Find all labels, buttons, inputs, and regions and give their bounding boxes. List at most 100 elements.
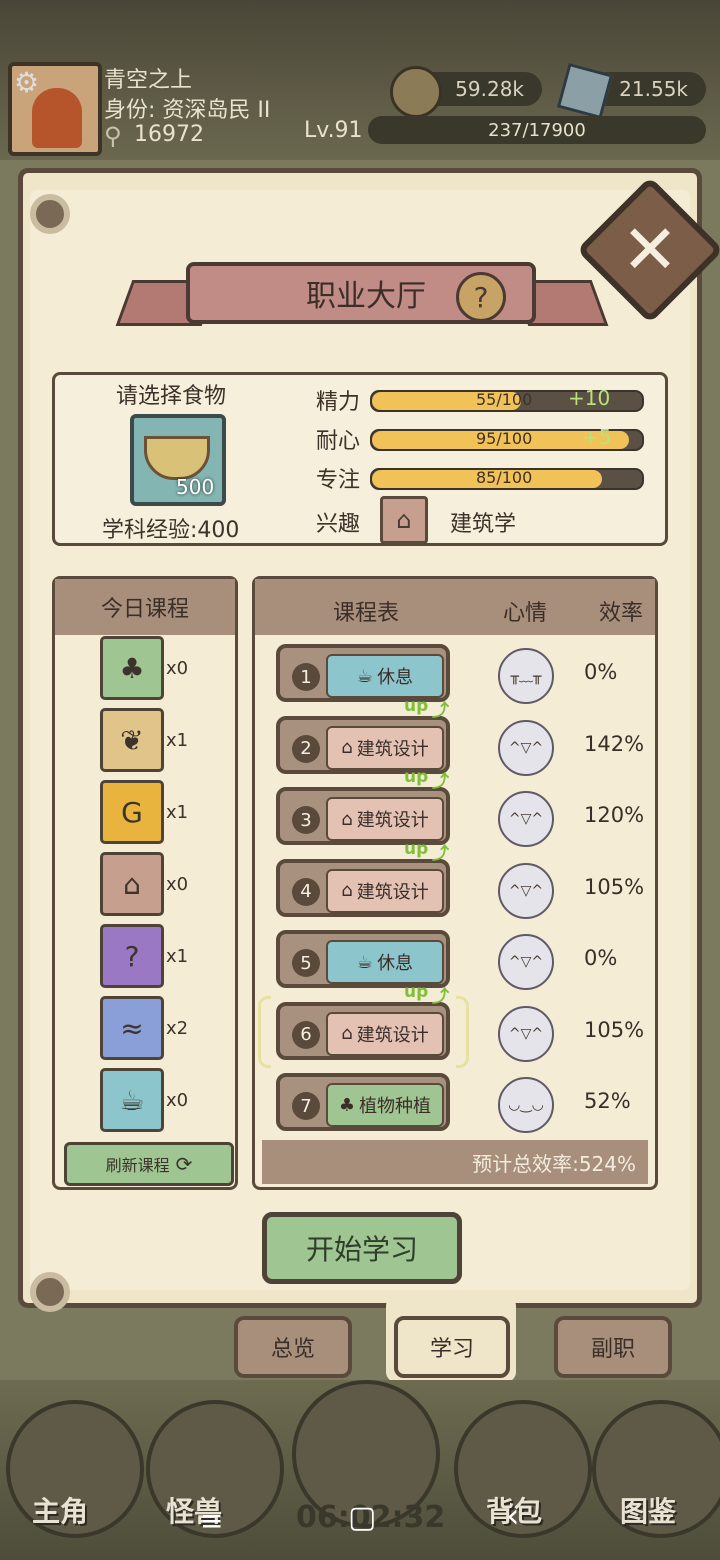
happy-face-icon: ^▽^ (498, 1005, 554, 1062)
slot-number: 3 (292, 806, 320, 834)
slot-number: 4 (292, 877, 320, 906)
today-course-count: x0 (166, 874, 189, 895)
slot-efficiency: 0% (584, 660, 618, 684)
slot-course-label: 建筑设计 (356, 738, 429, 760)
tab-side-job[interactable]: 副职 (554, 1316, 672, 1378)
slot-course: ☕ 休息 (326, 940, 444, 984)
schedule-row: 3 ⌂ 建筑设计 up ⤴ ^▽^ 120% (276, 767, 656, 847)
slot-efficiency: 105% (584, 1017, 645, 1042)
up-arrow-icon: ⤴ (432, 772, 449, 792)
tab-overview[interactable]: 总览 (234, 1316, 352, 1378)
up-badge: up (404, 981, 429, 1002)
today-course-count: x1 (166, 802, 189, 823)
today-course-tile[interactable]: ☕ (100, 1068, 164, 1132)
slot-course: ⌂ 建筑设计 (326, 1011, 444, 1056)
today-course-count: x1 (166, 730, 189, 751)
subject-exp: 学科经验:400 (102, 518, 240, 543)
today-course-tile[interactable]: ⌂ (100, 852, 164, 916)
food-prompt: 请选择食物 (116, 384, 227, 409)
system-home-button[interactable]: ▢ (348, 1500, 376, 1535)
schedule-slot[interactable]: 6 ⌂ 建筑设计 (276, 1001, 450, 1060)
face-expression: ^▽^ (508, 882, 544, 899)
slot-course: ⌂ 建筑设计 (326, 725, 444, 770)
face-expression: ^▽^ (508, 811, 544, 827)
schedule-slot[interactable]: 5 ☕ 休息 (276, 930, 450, 988)
slot-number: 2 (292, 734, 320, 763)
character-portrait (32, 88, 82, 148)
refresh-courses-button[interactable]: 刷新课程 ⟳ (64, 1142, 234, 1186)
system-menu-button[interactable]: ≡ (200, 1504, 223, 1537)
calm-face-icon: ◡‿◡ (498, 1077, 554, 1133)
potion-icon: ? (124, 939, 140, 973)
food-count: 500 (176, 475, 215, 499)
paw-icon: ❦ (120, 723, 144, 757)
player-avatar[interactable]: ⚙ (8, 62, 102, 156)
up-arrow-icon: ⤴ (432, 700, 449, 721)
stat-bonus: +5 (582, 425, 612, 449)
up-badge: up (404, 695, 429, 716)
schedule-slot[interactable]: 7 ♣ 植物种植 (276, 1073, 450, 1131)
schedule-row: 1 ☕ 休息 ╥﹏╥ 0% (276, 644, 656, 704)
schedule-slot[interactable]: 1 ☕ 休息 (276, 644, 450, 702)
face-expression: ◡‿◡ (508, 1097, 544, 1113)
happy-face-icon: ^▽^ (498, 934, 554, 990)
face-expression: ╥﹏╥ (510, 669, 542, 685)
player-name: 青空之上 (104, 68, 193, 93)
player-level: Lv.91 (304, 118, 363, 143)
house-icon: ⌂ (341, 737, 353, 758)
slot-efficiency: 142% (584, 731, 645, 756)
close-button[interactable]: ✕ (598, 198, 702, 302)
today-course-tile[interactable]: G (100, 780, 164, 844)
nav-codex[interactable]: 图鉴 (620, 1490, 676, 1530)
total-efficiency: 预计总效率:524% (262, 1140, 648, 1184)
stat-label: 专注 (316, 468, 361, 493)
face-expression: ^▽^ (508, 1025, 544, 1042)
stat-value: 55/100 (476, 390, 533, 409)
slot-course-label: 建筑设计 (356, 810, 429, 831)
today-course-tile[interactable]: ≈ (100, 996, 164, 1060)
up-arrow-icon: ⤴ (432, 843, 449, 864)
today-courses-header: 今日课程 (55, 579, 235, 635)
schedule-row: 5 ☕ 休息 ^▽^ 0% (276, 930, 656, 990)
tab-study[interactable]: 学习 (394, 1316, 510, 1378)
today-course-tile[interactable]: ♣ (100, 636, 164, 700)
scroll-ring-bottom (30, 1272, 70, 1312)
face-expression: ^▽^ (508, 954, 544, 970)
slot-course-label: 休息 (377, 953, 414, 974)
slot-course: ⌂ 建筑设计 (326, 868, 444, 913)
exp-bar: 237/17900 (368, 116, 706, 144)
today-course-tile[interactable]: ❦ (100, 708, 164, 772)
stat-label: 耐心 (316, 429, 361, 454)
page-title: 职业大厅 (306, 279, 426, 314)
nav-hero[interactable]: 主角 (32, 1490, 88, 1530)
slot-course-label: 建筑设计 (356, 881, 429, 903)
schedule-mood-header: 心情 (503, 601, 548, 626)
crying-face-icon: ╥﹏╥ (498, 648, 554, 704)
today-course-tile[interactable]: ? (100, 924, 164, 988)
schedule-slot[interactable]: 2 ⌂ 建筑设计 (276, 715, 450, 774)
schedule-slot[interactable]: 4 ⌂ 建筑设计 (276, 858, 450, 917)
coin-icon (390, 66, 442, 118)
slot-number: 7 (292, 1092, 320, 1120)
today-course-count: x1 (166, 946, 189, 967)
help-button[interactable]: ? (456, 272, 506, 322)
leaf-icon: ♣ (338, 1094, 356, 1116)
schedule-row: 7 ♣ 植物种植 ◡‿◡ 52% (276, 1073, 656, 1133)
today-course-count: x2 (166, 1018, 189, 1039)
today-course-count: x0 (166, 658, 189, 679)
happy-face-icon: ^▽^ (498, 862, 554, 919)
schedule-row: 4 ⌂ 建筑设计 up ⤴ ^▽^ 105% (276, 839, 656, 919)
stat-bonus: +10 (568, 386, 611, 410)
player-power: 16972 (134, 122, 204, 147)
system-back-button[interactable]: ‹ (506, 1496, 520, 1536)
house-icon: ⌂ (341, 808, 353, 830)
stat-value: 85/100 (476, 468, 533, 487)
today-course-count: x0 (166, 1090, 189, 1111)
schedule-slot[interactable]: 3 ⌂ 建筑设计 (276, 787, 450, 845)
start-study-button[interactable]: 开始学习 (262, 1212, 462, 1284)
slot-efficiency: 120% (584, 803, 645, 827)
slot-course-label: 植物种植 (359, 1096, 432, 1117)
happy-face-icon: ^▽^ (498, 791, 554, 847)
slot-number: 6 (292, 1020, 320, 1049)
schedule-course-header: 课程表 (333, 601, 400, 626)
